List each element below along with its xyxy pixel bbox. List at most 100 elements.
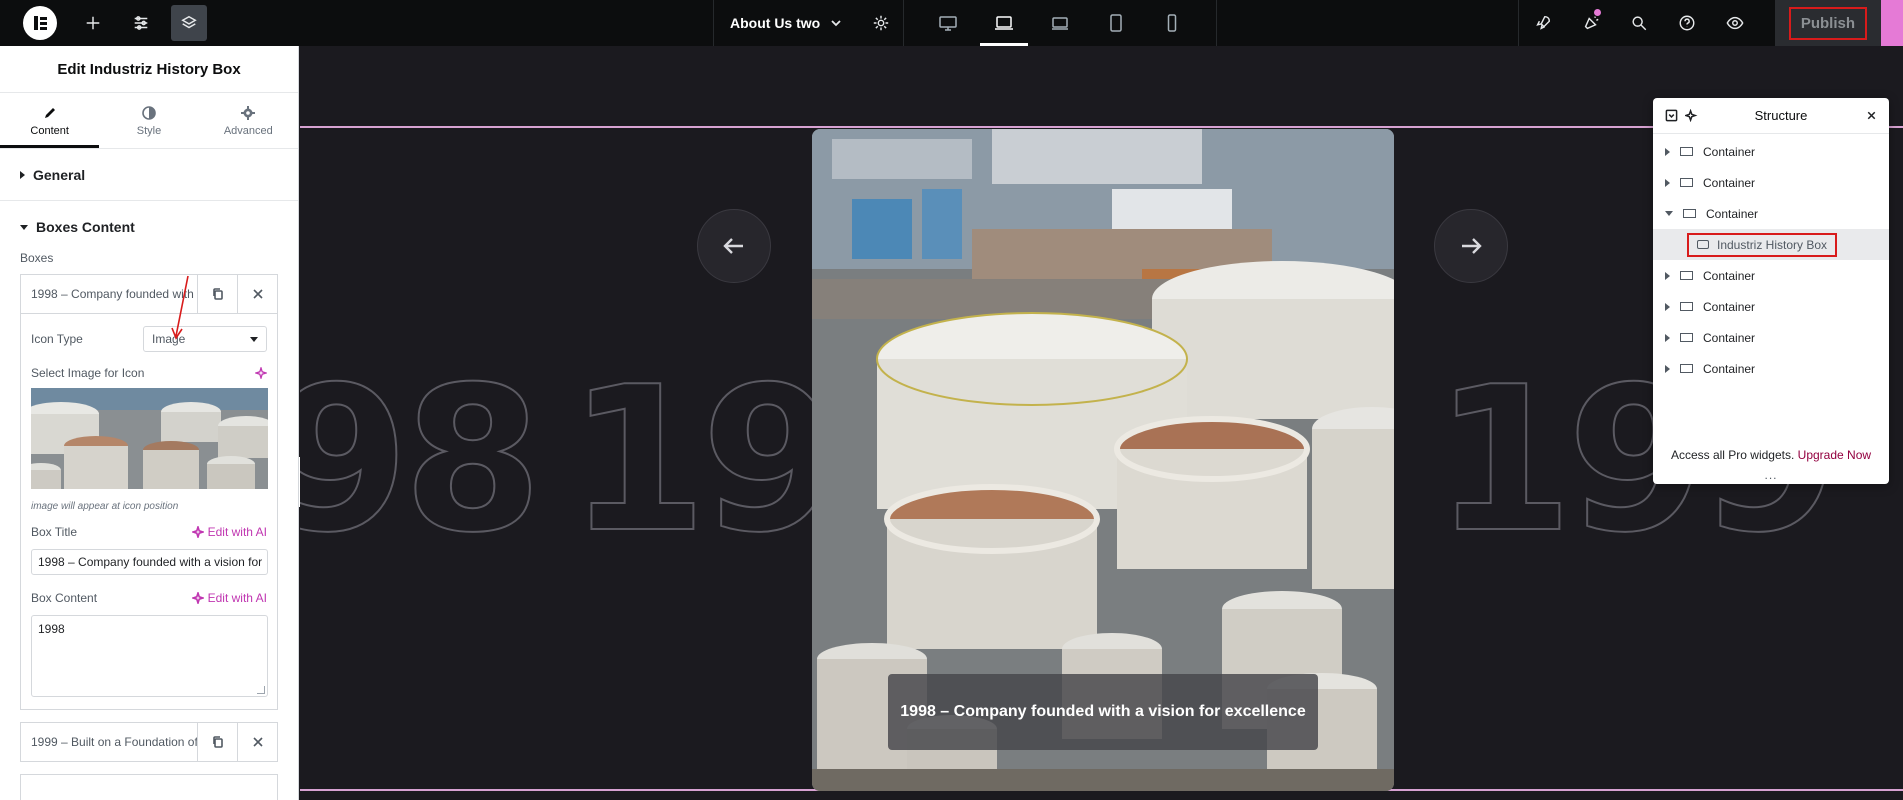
structure-item-container[interactable]: Container — [1653, 136, 1889, 167]
slider-next-button[interactable] — [1434, 209, 1508, 283]
responsive-devices — [904, 0, 1218, 46]
structure-item-history-box[interactable]: Industriz History Box — [1653, 229, 1889, 260]
preview-button[interactable] — [1711, 0, 1759, 46]
structure-item-container[interactable]: Container — [1653, 260, 1889, 291]
topbar-right: Publish — [1517, 0, 1903, 46]
duplicate-button[interactable] — [197, 275, 237, 313]
add-element-button[interactable] — [75, 5, 111, 41]
caret-down-icon — [1665, 211, 1673, 216]
repeater-item[interactable] — [20, 774, 278, 800]
remove-button[interactable] — [237, 723, 277, 761]
launch-button[interactable] — [1519, 0, 1567, 46]
settings-sliders-icon — [134, 16, 148, 30]
device-tablet[interactable] — [1088, 0, 1144, 46]
box-title-input[interactable]: 1998 – Company founded with a vision for — [31, 549, 268, 575]
structure-item-label: Industriz History Box — [1717, 237, 1828, 252]
upgrade-now-link[interactable]: Upgrade Now — [1798, 448, 1871, 462]
copy-icon — [212, 736, 223, 748]
structure-button[interactable] — [171, 5, 207, 41]
icon-image-preview[interactable] — [31, 388, 268, 489]
structure-ai-button[interactable] — [1681, 106, 1701, 126]
device-tablet-landscape[interactable] — [1032, 0, 1088, 46]
slider-prev-button[interactable] — [697, 209, 771, 283]
repeater-item[interactable]: 1998 – Company founded with a — [20, 274, 278, 314]
structure-item-label: Container — [1703, 299, 1756, 314]
icon-type-row: Icon Type Image — [31, 326, 267, 352]
structure-item-container[interactable]: Container — [1653, 353, 1889, 384]
publish-options-button[interactable] — [1881, 0, 1903, 46]
panel-tabs: Content Style Advanced — [0, 93, 298, 149]
repeater-item[interactable]: 1999 – Built on a Foundation of — [20, 722, 278, 762]
structure-item-container[interactable]: Container — [1653, 322, 1889, 353]
site-settings-button[interactable] — [123, 5, 159, 41]
structure-item-label: Container — [1703, 330, 1756, 345]
ai-sparkle-icon[interactable] — [255, 367, 267, 379]
structure-item-container[interactable]: Container — [1653, 198, 1889, 229]
structure-item-container[interactable]: Container — [1653, 291, 1889, 322]
caret-right-icon — [1665, 271, 1670, 280]
whats-new-button[interactable] — [1567, 0, 1615, 46]
laptop-icon — [995, 16, 1014, 30]
section-boxes-content[interactable]: Boxes Content — [0, 201, 298, 253]
container-icon — [1680, 178, 1693, 187]
select-image-row: Select Image for Icon — [31, 366, 267, 380]
device-desktop[interactable] — [920, 0, 976, 46]
slide-caption: 1998 – Company founded with a vision for… — [888, 674, 1318, 750]
year-outline-text: 98 — [300, 344, 543, 577]
duplicate-button[interactable] — [197, 723, 237, 761]
tab-style[interactable]: Style — [99, 93, 198, 148]
page-settings-button[interactable] — [858, 0, 905, 46]
structure-footer: Access all Pro widgets. Upgrade Now — [1653, 448, 1889, 462]
icon-type-label: Icon Type — [31, 332, 83, 346]
tab-content[interactable]: Content — [0, 93, 100, 148]
structure-item-label: Container — [1703, 361, 1756, 376]
notification-dot — [1593, 9, 1601, 16]
tab-advanced[interactable]: Advanced — [199, 93, 298, 148]
structure-item-container[interactable]: Container — [1653, 167, 1889, 198]
selected-widget-highlight: Industriz History Box — [1687, 232, 1838, 257]
device-mobile[interactable] — [1144, 0, 1200, 46]
image-help-text: image will appear at icon position — [31, 501, 179, 512]
structure-close-button[interactable] — [1861, 106, 1881, 126]
topbar-center: About Us two — [713, 0, 1218, 46]
edit-with-ai-link[interactable]: Edit with AI — [191, 591, 267, 605]
section-general-label: General — [33, 166, 86, 183]
publish-button[interactable]: Publish — [1788, 6, 1867, 40]
structure-item-label: Container — [1703, 144, 1756, 159]
page-title-dropdown[interactable]: About Us two — [713, 0, 858, 46]
arrow-left-icon — [723, 238, 743, 254]
container-icon — [1680, 302, 1693, 311]
container-icon — [1680, 271, 1693, 280]
icon-type-select[interactable]: Image — [143, 326, 267, 352]
tab-style-label: Style — [136, 124, 162, 137]
help-button[interactable] — [1663, 0, 1711, 46]
more-options-icon[interactable]: ... — [1653, 468, 1889, 482]
structure-toggle-button[interactable] — [1661, 106, 1681, 126]
edit-with-ai-link[interactable]: Edit with AI — [191, 525, 267, 539]
rocket-icon — [1536, 15, 1550, 30]
section-boxes-content-label: Boxes Content — [36, 219, 135, 235]
history-slide[interactable]: 1998 – Company founded with a vision for… — [812, 129, 1394, 791]
elementor-logo[interactable] — [23, 6, 57, 40]
caret-right-icon — [1665, 333, 1670, 342]
gear-icon — [873, 15, 888, 31]
repeater-item-body: Icon Type Image Select Image for Icon im… — [20, 314, 278, 710]
device-laptop[interactable] — [976, 0, 1032, 46]
box-content-value: 1998 — [38, 622, 65, 636]
section-general[interactable]: General — [0, 149, 298, 201]
select-image-label: Select Image for Icon — [31, 366, 145, 380]
edit-with-ai-label: Edit with AI — [207, 525, 267, 539]
tablet-landscape-icon — [1052, 17, 1069, 30]
layers-icon — [181, 15, 197, 29]
structure-item-label: Container — [1703, 268, 1756, 283]
caret-down-icon — [20, 224, 28, 230]
box-content-textarea[interactable]: 1998 — [31, 615, 268, 697]
ai-sparkle-icon — [191, 526, 204, 538]
annotation-arrow-icon — [171, 275, 189, 340]
resize-handle-icon[interactable] — [257, 686, 265, 694]
structure-panel: Structure Container Container Container … — [1653, 98, 1889, 484]
finder-button[interactable] — [1615, 0, 1663, 46]
panel-title: Edit Industriz History Box — [0, 46, 298, 93]
tab-content-label: Content — [30, 124, 69, 137]
remove-button[interactable] — [237, 275, 277, 313]
